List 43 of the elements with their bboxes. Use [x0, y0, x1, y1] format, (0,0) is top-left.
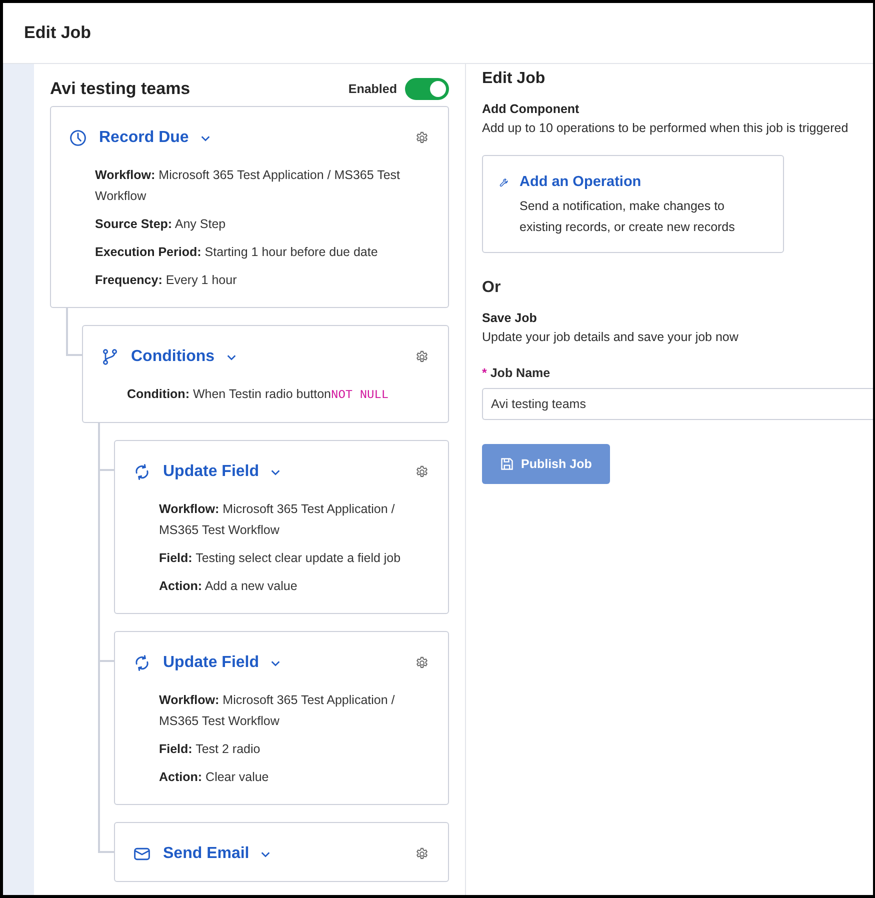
section-heading: Save Job	[482, 311, 538, 325]
toggle-label: Enabled	[348, 82, 397, 96]
step-detail: Condition: When Testin radio buttonNOT NULL	[127, 386, 390, 404]
section-heading: Add Component	[482, 102, 580, 116]
step-detail: Action: Clear value	[159, 769, 270, 786]
step-detail: Frequency: Every 1 hour	[95, 272, 238, 289]
branch-icon	[101, 348, 119, 366]
settings-icon[interactable]	[415, 656, 429, 670]
section-description: Add up to 10 operations to be performed when this job is triggered	[482, 120, 850, 137]
required-mark: *	[482, 366, 487, 380]
panel-title: Edit Job	[482, 70, 546, 88]
clock-icon	[69, 129, 87, 147]
refresh-icon	[133, 654, 151, 672]
operation-card[interactable]: Add an Operation Send a notification, make changes to existing records, or create new records	[482, 155, 784, 253]
settings-icon[interactable]	[415, 847, 429, 861]
step-title[interactable]: Conditions	[131, 348, 215, 366]
step-title[interactable]: Record Due	[99, 129, 189, 147]
job-name-field[interactable]: Avi testing teams	[482, 388, 873, 420]
field-label: Job Name	[490, 366, 550, 380]
save-icon	[500, 457, 514, 471]
envelope-icon	[133, 845, 151, 863]
step-detail: Field: Testing select clear update a field job	[159, 550, 402, 567]
job-title: Avi testing teams	[50, 79, 192, 99]
section-description: Update your job details and save your job now	[482, 329, 740, 346]
step-detail: Action: Add a new value	[159, 578, 298, 595]
settings-icon[interactable]	[415, 350, 429, 364]
step-detail: Field: Test 2 radio	[159, 741, 262, 758]
enabled-toggle[interactable]	[405, 78, 449, 100]
step-title[interactable]: Update Field	[163, 654, 260, 672]
separator-label: Or	[482, 279, 502, 297]
operation-description: Send a notification, make changes to existing records, or create new records	[520, 198, 736, 236]
step-detail: Workflow: Microsoft 365 Test Application / MS365 Test Workflow	[159, 501, 396, 539]
step-title[interactable]: Update Field	[163, 463, 260, 481]
step-detail: Execution Period: Starting 1 hour before due date	[95, 244, 379, 261]
refresh-icon	[133, 463, 151, 481]
settings-icon[interactable]	[415, 465, 429, 479]
step-detail: Source Step: Any Step	[95, 216, 227, 233]
step-detail: Workflow: Microsoft 365 Test Application / MS365 Test Workflow	[95, 167, 401, 205]
step-title[interactable]: Send Email	[163, 845, 250, 863]
step-detail: Workflow: Microsoft 365 Test Application / MS365 Test Workflow	[159, 692, 396, 730]
page-title: Edit Job	[24, 23, 92, 43]
settings-icon[interactable]	[415, 131, 429, 145]
operation-title: Add an Operation	[520, 174, 642, 190]
